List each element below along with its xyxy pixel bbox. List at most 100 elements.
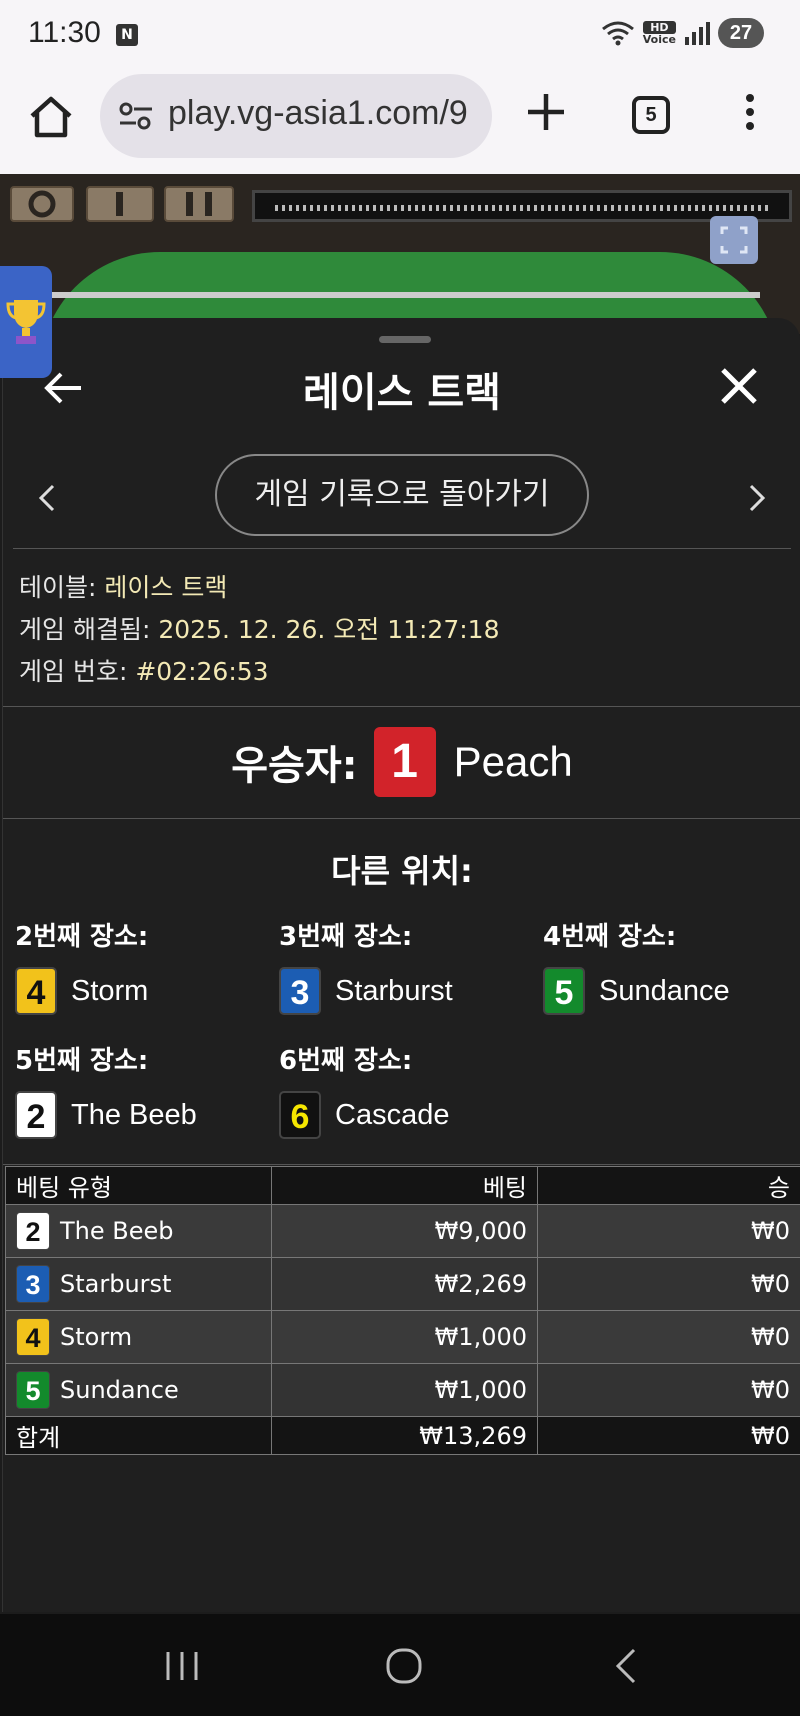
horse-number-badge: 4 xyxy=(16,1318,50,1356)
game-view xyxy=(0,174,800,372)
chevron-left-icon[interactable] xyxy=(33,480,61,516)
horse-name: Storm xyxy=(71,974,149,1007)
win-amount: ₩0 xyxy=(537,1257,800,1311)
place-label: 5번째 장소: xyxy=(15,1046,149,1076)
home-circle-icon[interactable] xyxy=(382,1644,426,1688)
divider xyxy=(3,706,800,707)
chevron-right-icon[interactable] xyxy=(743,480,771,516)
horse-number-badge: 5 xyxy=(16,1371,50,1409)
win-amount: ₩0 xyxy=(537,1363,800,1417)
game-control-button[interactable] xyxy=(86,186,154,222)
column-header: 베팅 유형 xyxy=(5,1166,272,1205)
plus-icon[interactable] xyxy=(524,90,568,134)
hd-voice-icon: HD Voice xyxy=(642,21,676,45)
tabs-icon[interactable]: 5 xyxy=(632,96,670,134)
signal-icon xyxy=(685,22,710,45)
bet-type-cell: 2 The Beeb xyxy=(5,1204,272,1258)
status-bar: 11:30 N HD Voice 27 xyxy=(0,0,800,68)
horse-number-badge: 2 xyxy=(15,1091,57,1139)
game-control-button[interactable] xyxy=(164,186,234,222)
meta-label: 테이블: xyxy=(19,573,105,602)
expand-icon[interactable] xyxy=(710,216,758,264)
place-label: 4번째 장소: xyxy=(543,922,677,952)
home-icon[interactable] xyxy=(26,92,76,142)
screen: { "status_bar": { "time": "11:30", "noti… xyxy=(0,0,800,1716)
total-win: ₩0 xyxy=(537,1416,800,1455)
horse-number-badge: 2 xyxy=(16,1212,50,1250)
browser-toolbar: play.vg-asia1.com/9 5 xyxy=(0,68,800,174)
table-row: 5 Sundance ₩1,000 ₩0 xyxy=(5,1363,800,1417)
other-places-title: 다른 위치: xyxy=(331,852,473,890)
horse-name: Cascade xyxy=(335,1098,450,1131)
game-control-button[interactable] xyxy=(10,186,74,222)
drag-handle[interactable] xyxy=(379,336,431,343)
place-label: 2번째 장소: xyxy=(15,922,149,952)
bet-amount: ₩2,269 xyxy=(271,1257,538,1311)
game-detail-sheet: 레이스 트랙 게임 기록으로 돌아가기 테이블: 레이스 트랙 게임 해결됨: … xyxy=(2,318,800,1612)
battery-indicator: 27 xyxy=(718,18,764,48)
meta-table: 테이블: 레이스 트랙 xyxy=(19,568,227,604)
horse-number-badge: 3 xyxy=(16,1265,50,1303)
winner-label: 우승자: xyxy=(231,743,358,789)
table-total-row: 합계 ₩13,269 ₩0 xyxy=(5,1416,800,1455)
back-to-history-button[interactable]: 게임 기록으로 돌아가기 xyxy=(215,454,589,536)
more-vert-icon[interactable] xyxy=(740,94,760,138)
recents-icon[interactable] xyxy=(160,1644,204,1688)
horse-number-badge: 6 xyxy=(279,1091,321,1139)
bet-type-cell: 3 Starburst xyxy=(5,1257,272,1311)
status-time: 11:30 xyxy=(28,16,101,49)
place-6: 6번째 장소: 6 Cascade xyxy=(279,1040,539,1139)
divider xyxy=(13,548,791,549)
total-bet: ₩13,269 xyxy=(271,1416,538,1455)
horse-name: Starburst xyxy=(60,1270,172,1298)
place-label: 3번째 장소: xyxy=(279,922,413,952)
winner-number-badge: 1 xyxy=(373,727,436,797)
bet-amount: ₩1,000 xyxy=(271,1310,538,1364)
system-nav-bar xyxy=(0,1614,800,1716)
close-icon[interactable] xyxy=(717,364,761,408)
horse-number-badge: 4 xyxy=(15,967,57,1015)
bet-type-cell: 4 Storm xyxy=(5,1310,272,1364)
place-2: 2번째 장소: 4 Storm xyxy=(15,916,275,1015)
place-label: 6번째 장소: xyxy=(279,1046,413,1076)
tune-icon[interactable] xyxy=(118,100,154,132)
status-icons: HD Voice 27 xyxy=(601,18,764,48)
trophy-tab[interactable] xyxy=(0,266,52,378)
wifi-icon xyxy=(601,21,634,46)
place-4: 4번째 장소: 5 Sundance xyxy=(543,916,800,1015)
track-rail xyxy=(50,292,760,298)
place-5: 5번째 장소: 2 The Beeb xyxy=(15,1040,275,1139)
table-row: 2 The Beeb ₩9,000 ₩0 xyxy=(5,1204,800,1258)
trophy-icon xyxy=(6,300,46,344)
win-amount: ₩0 xyxy=(537,1310,800,1364)
horse-name: Sundance xyxy=(60,1376,179,1404)
meta-resolved: 게임 해결됨: 2025. 12. 26. 오전 11:27:18 xyxy=(19,610,499,646)
horse-name: The Beeb xyxy=(60,1217,174,1245)
horse-number-badge: 5 xyxy=(543,967,585,1015)
table-row: 4 Storm ₩1,000 ₩0 xyxy=(5,1310,800,1364)
total-label: 합계 xyxy=(5,1416,272,1455)
notification-icon: N xyxy=(116,24,138,46)
meta-value: 레이스 트랙 xyxy=(104,573,228,602)
winner-row: 우승자: 1 Peach xyxy=(3,726,800,798)
horse-number-badge: 3 xyxy=(279,967,321,1015)
divider xyxy=(3,1164,800,1165)
table-header-row: 베팅 유형 베팅 승 xyxy=(5,1166,800,1205)
bet-type-cell: 5 Sundance xyxy=(5,1363,272,1417)
address-bar[interactable]: play.vg-asia1.com/9 xyxy=(100,74,492,158)
meta-game-number: 게임 번호: #02:26:53 xyxy=(19,652,269,688)
horse-name: The Beeb xyxy=(71,1098,197,1131)
horse-name: Storm xyxy=(60,1323,133,1351)
horse-name: Starburst xyxy=(335,974,453,1007)
meta-label: 게임 해결됨: xyxy=(19,615,159,644)
column-header: 베팅 xyxy=(271,1166,538,1205)
bets-table: 베팅 유형 베팅 승 2 The Beeb ₩9,000 ₩0 3 Starburs… xyxy=(5,1166,800,1455)
back-icon[interactable] xyxy=(606,1644,650,1688)
url-text[interactable]: play.vg-asia1.com/9 xyxy=(168,94,468,133)
sheet-title: 레이스 트랙 xyxy=(303,370,501,416)
bet-amount: ₩1,000 xyxy=(271,1363,538,1417)
horse-name: Sundance xyxy=(599,974,730,1007)
divider xyxy=(3,818,800,819)
meta-value: #02:26:53 xyxy=(135,657,269,686)
column-header: 승 xyxy=(537,1166,800,1205)
